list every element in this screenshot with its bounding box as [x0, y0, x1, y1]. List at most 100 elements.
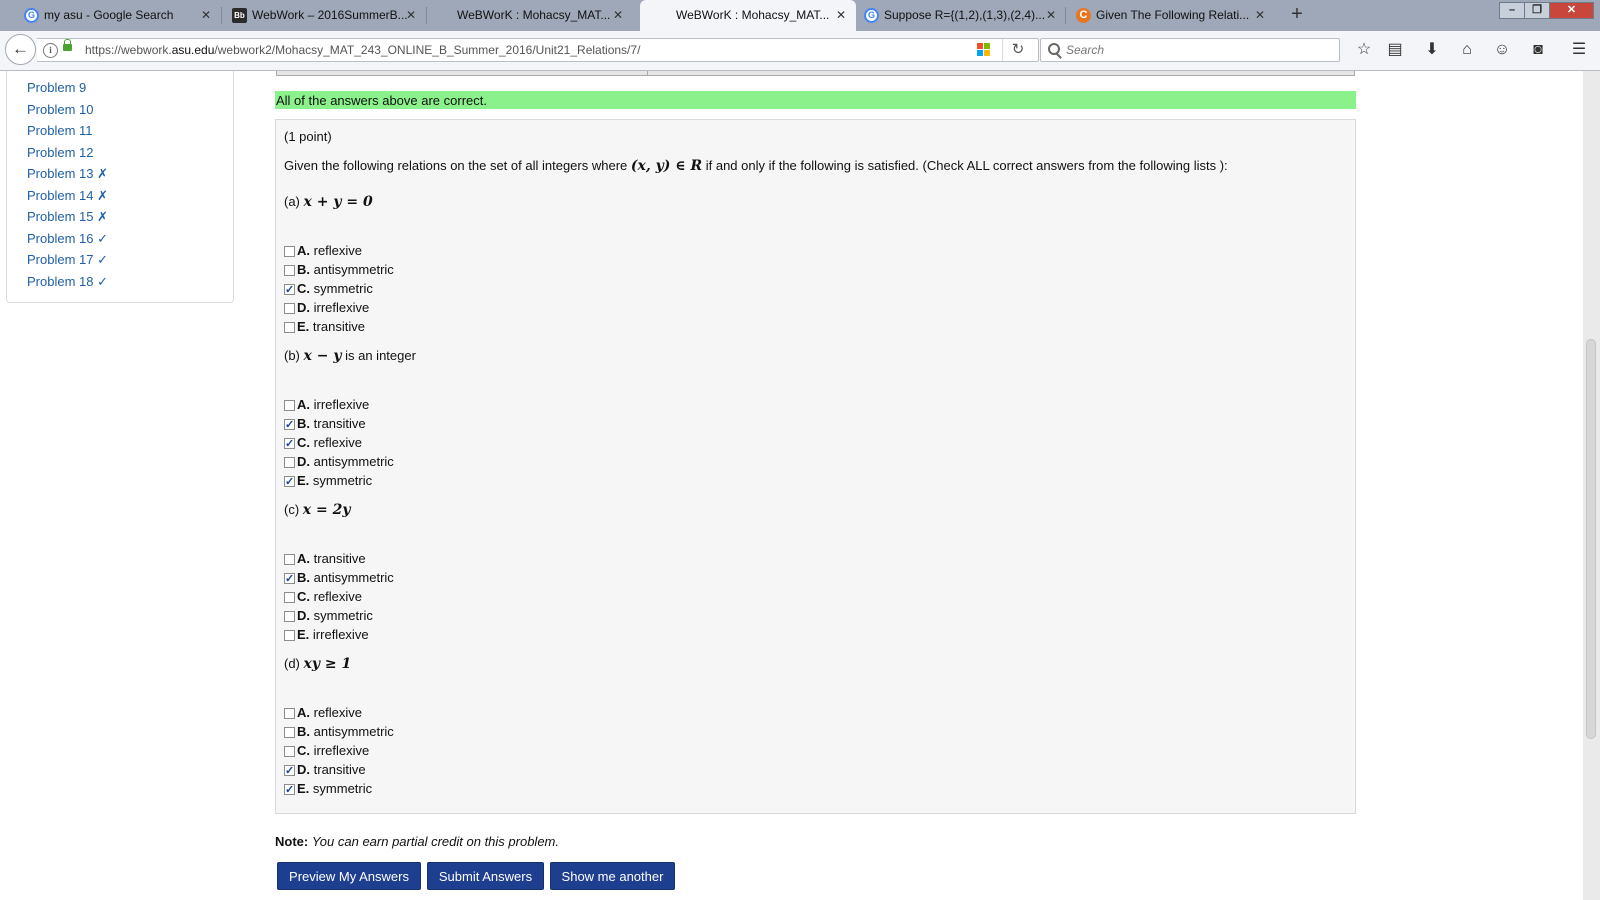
problem-link[interactable]: Problem 17 ✓	[27, 249, 108, 271]
answer-option[interactable]: A. transitive	[284, 550, 366, 568]
problem-link[interactable]: Problem 11	[27, 120, 108, 142]
option-letter: E.	[297, 473, 310, 488]
close-icon[interactable]: ✕	[1046, 0, 1056, 31]
problem-link[interactable]: Problem 12	[27, 142, 108, 164]
minimize-icon[interactable]: –	[1499, 2, 1525, 19]
checkbox[interactable]	[284, 611, 295, 622]
option-text: transitive	[313, 551, 366, 566]
vertical-scrollbar[interactable]	[1583, 71, 1600, 900]
new-tab-button[interactable]: +	[1285, 0, 1309, 29]
search-input[interactable]: Search	[1040, 38, 1340, 62]
results-table-edge	[276, 71, 1355, 76]
answer-option[interactable]: B. antisymmetric	[284, 723, 394, 741]
back-button[interactable]: ←	[5, 34, 36, 65]
tab-webwork-blackboard[interactable]: Bb WebWork – 2016SummerB... ✕	[222, 0, 427, 31]
info-icon[interactable]: i	[43, 43, 58, 58]
submit-answers-button[interactable]: Submit Answers	[427, 862, 544, 890]
preview-answers-button[interactable]: Preview My Answers	[277, 862, 421, 890]
answer-option[interactable]: E. symmetric	[284, 780, 373, 799]
problem-link[interactable]: Problem 15 ✗	[27, 206, 108, 228]
checkbox[interactable]	[284, 457, 295, 468]
scrollbar-thumb[interactable]	[1586, 339, 1596, 739]
close-icon[interactable]: ✕	[406, 0, 416, 31]
google-icon: G	[864, 8, 879, 23]
checkbox-checked[interactable]	[284, 473, 295, 491]
tab-title: my asu - Google Search	[44, 8, 174, 22]
problem-link[interactable]: Problem 18 ✓	[27, 271, 108, 293]
lock-icon	[63, 39, 72, 51]
checkbox[interactable]	[284, 303, 295, 314]
url-text[interactable]: https://webwork.asu.edu/webwork2/Mohacsy…	[85, 39, 640, 61]
answer-option[interactable]: A. reflexive	[284, 242, 362, 260]
checkbox-checked[interactable]	[284, 762, 295, 780]
tab-chegg[interactable]: C Given The Following Relati... ✕	[1066, 0, 1276, 31]
checkbox-checked[interactable]	[284, 570, 295, 588]
tab-webwork-1[interactable]: WeBWorK : Mohacsy_MAT... ✕	[427, 0, 633, 31]
checkbox[interactable]	[284, 265, 295, 276]
chat-icon[interactable]: ☺	[1491, 39, 1513, 61]
problem-link[interactable]: Problem 9	[27, 77, 108, 99]
answer-option[interactable]: A. reflexive	[284, 704, 362, 722]
windows-logo-icon[interactable]	[977, 43, 991, 57]
close-icon[interactable]: ✕	[1255, 0, 1265, 31]
restore-icon[interactable]: ❐	[1524, 2, 1550, 19]
checkbox[interactable]	[284, 400, 295, 411]
problem-link[interactable]: Problem 13 ✗	[27, 163, 108, 185]
answer-option[interactable]: E. transitive	[284, 318, 365, 336]
checkbox-checked[interactable]	[284, 416, 295, 434]
answer-option[interactable]: C. irreflexive	[284, 742, 369, 760]
option-letter: A.	[297, 243, 310, 258]
address-bar[interactable]: i https://webwork.asu.edu/webwork2/Mohac…	[37, 38, 1039, 62]
problem-link[interactable]: Problem 14 ✗	[27, 185, 108, 207]
checkbox[interactable]	[284, 727, 295, 738]
answer-option[interactable]: C. symmetric	[284, 280, 373, 299]
close-window-icon[interactable]: ✕	[1549, 2, 1594, 19]
answer-option[interactable]: C. reflexive	[284, 434, 363, 453]
problem-link[interactable]: Problem 16 ✓	[27, 228, 108, 250]
answer-option[interactable]: C. reflexive	[284, 588, 362, 606]
problem-link[interactable]: Problem 10	[27, 99, 108, 121]
answer-option[interactable]: B. antisymmetric	[284, 569, 394, 588]
option-text: symmetric	[312, 781, 373, 796]
close-icon[interactable]: ✕	[613, 0, 623, 31]
intro-text: if and only if the following is satisfie…	[705, 158, 1228, 173]
checkbox[interactable]	[284, 708, 295, 719]
checkbox[interactable]	[284, 746, 295, 757]
answer-option[interactable]: D. symmetric	[284, 607, 373, 625]
tab-suppose-r[interactable]: G Suppose R={(1,2),(1,3),(2,4)... ✕	[856, 0, 1066, 31]
part-heading: (c) x = 2y	[284, 502, 351, 518]
show-another-button[interactable]: Show me another	[550, 862, 675, 890]
answer-option[interactable]: E. symmetric	[284, 472, 372, 491]
answer-option[interactable]: D. transitive	[284, 761, 366, 780]
checkbox-checked[interactable]	[284, 781, 295, 799]
tab-webwork-active[interactable]: WeBWorK : Mohacsy_MAT... ✕	[640, 0, 856, 31]
close-icon[interactable]: ✕	[201, 0, 211, 31]
checkbox-checked[interactable]	[284, 281, 295, 299]
menu-icon[interactable]: ☰	[1568, 39, 1590, 61]
answer-option[interactable]: E. irreflexive	[284, 626, 369, 644]
reload-icon[interactable]: ↻	[1002, 39, 1033, 61]
checkbox[interactable]	[284, 630, 295, 641]
download-icon[interactable]: ⬇	[1421, 39, 1443, 61]
close-icon[interactable]: ✕	[836, 0, 846, 31]
checkbox-checked[interactable]	[284, 435, 295, 453]
reading-list-icon[interactable]: ▤	[1384, 39, 1406, 61]
option-letter: D.	[297, 454, 310, 469]
part-heading: (b) x − y is an integer	[284, 348, 416, 364]
option-text: irreflexive	[312, 627, 369, 642]
checkbox[interactable]	[284, 554, 295, 565]
answer-option[interactable]: A. irreflexive	[284, 396, 369, 414]
checkbox[interactable]	[284, 322, 295, 333]
answer-option[interactable]: D. antisymmetric	[284, 453, 394, 471]
home-icon[interactable]: ⌂	[1456, 39, 1478, 61]
option-text: reflexive	[313, 435, 363, 450]
bookmark-star-icon[interactable]: ☆	[1353, 39, 1375, 61]
answer-option[interactable]: D. irreflexive	[284, 299, 369, 317]
checkbox[interactable]	[284, 592, 295, 603]
tab-google-search[interactable]: G my asu - Google Search ✕	[0, 0, 222, 31]
answer-option[interactable]: B. transitive	[284, 415, 366, 434]
checkbox[interactable]	[284, 246, 295, 257]
pocket-icon[interactable]: ◙	[1527, 39, 1549, 61]
part-math: x + y = 0	[303, 194, 373, 210]
answer-option[interactable]: B. antisymmetric	[284, 261, 394, 279]
